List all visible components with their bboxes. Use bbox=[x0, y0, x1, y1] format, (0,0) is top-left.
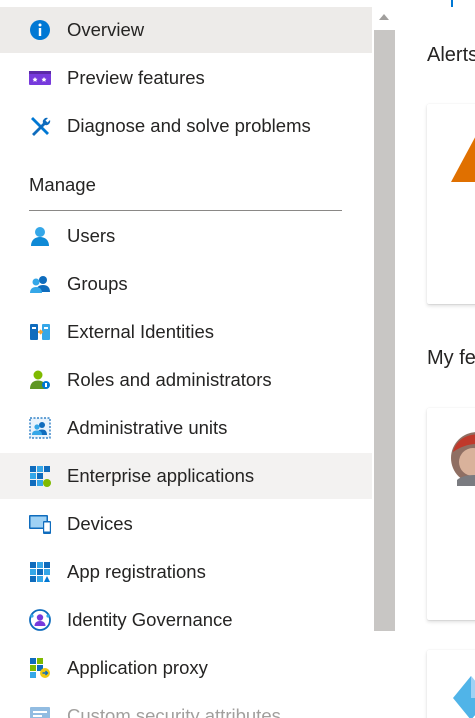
sidebar-item-label: Identity Governance bbox=[67, 609, 233, 630]
sidebar-item-label: Users bbox=[67, 225, 116, 246]
sidebar-item-groups[interactable]: Groups bbox=[0, 261, 372, 307]
preview-features-icon bbox=[29, 71, 51, 85]
sidebar-item-overview[interactable]: Overview bbox=[0, 7, 372, 53]
diamond-icon bbox=[453, 676, 475, 718]
avatar bbox=[451, 432, 475, 486]
my-feed-heading: My fe bbox=[427, 347, 475, 369]
sidebar-item-label: Overview bbox=[67, 19, 145, 40]
external-identities-icon bbox=[30, 324, 50, 340]
scrollbar-thumb[interactable] bbox=[374, 30, 395, 631]
caret-up-icon bbox=[379, 14, 389, 20]
sidebar-item-custom-security-attributes[interactable]: Custom security attributes bbox=[0, 693, 372, 718]
enterprise-apps-icon bbox=[30, 466, 51, 487]
roles-icon bbox=[30, 370, 50, 389]
sidebar-item-devices[interactable]: Devices bbox=[0, 501, 372, 547]
scroll-up-arrow[interactable] bbox=[372, 6, 396, 28]
groups-icon bbox=[30, 276, 50, 293]
section-divider bbox=[29, 210, 342, 211]
sidebar-item-label: Groups bbox=[67, 273, 128, 294]
sidebar-item-label: External Identities bbox=[67, 321, 215, 342]
sidebar-item-enterprise-applications[interactable]: Enterprise applications bbox=[0, 453, 372, 499]
sidebar-item-label: Diagnose and solve problems bbox=[67, 115, 311, 136]
sidebar-item-preview-features[interactable]: Preview features bbox=[0, 55, 372, 101]
identity-governance-icon bbox=[29, 609, 51, 631]
manage-section-heading: Manage bbox=[29, 174, 96, 195]
sidebar-item-label: Enterprise applications bbox=[67, 465, 255, 486]
feed-card-2[interactable] bbox=[427, 650, 475, 718]
sidebar-item-label: Devices bbox=[67, 513, 133, 534]
top-accent-mark bbox=[451, 0, 453, 7]
main-content: Alerts My fe bbox=[396, 0, 475, 718]
sidebar-item-label: Preview features bbox=[67, 67, 205, 88]
sidebar-item-app-registrations[interactable]: App registrations bbox=[0, 549, 372, 595]
feed-card[interactable] bbox=[427, 408, 475, 620]
alerts-heading: Alerts bbox=[427, 44, 475, 66]
navigation-sidebar: Overview Preview features Diagnose and s… bbox=[0, 0, 372, 718]
sidebar-item-label: Roles and administrators bbox=[67, 369, 272, 390]
sidebar-item-administrative-units[interactable]: Administrative units bbox=[0, 405, 372, 451]
info-icon bbox=[30, 20, 50, 40]
devices-icon bbox=[29, 515, 51, 534]
administrative-units-icon bbox=[29, 417, 51, 439]
sidebar-item-roles-and-administrators[interactable]: Roles and administrators bbox=[0, 357, 372, 403]
user-icon bbox=[31, 227, 49, 246]
sidebar-item-application-proxy[interactable]: Application proxy bbox=[0, 645, 372, 691]
sidebar-item-label: Application proxy bbox=[67, 657, 208, 678]
sidebar-item-label: App registrations bbox=[67, 561, 206, 582]
sidebar-item-identity-governance[interactable]: Identity Governance bbox=[0, 597, 372, 643]
custom-security-attributes-icon bbox=[30, 707, 50, 718]
sidebar-scrollbar[interactable] bbox=[372, 0, 396, 718]
wrench-screwdriver-icon bbox=[31, 117, 51, 136]
alert-card[interactable] bbox=[427, 104, 475, 304]
app-registrations-icon bbox=[30, 562, 50, 582]
warning-icon bbox=[451, 137, 475, 182]
sidebar-item-users[interactable]: Users bbox=[0, 213, 372, 259]
sidebar-item-label: Administrative units bbox=[67, 417, 228, 438]
sidebar-item-label: Custom security attributes bbox=[67, 705, 281, 718]
application-proxy-icon bbox=[30, 658, 50, 678]
sidebar-item-diagnose[interactable]: Diagnose and solve problems bbox=[0, 103, 372, 149]
sidebar-item-external-identities[interactable]: External Identities bbox=[0, 309, 372, 355]
